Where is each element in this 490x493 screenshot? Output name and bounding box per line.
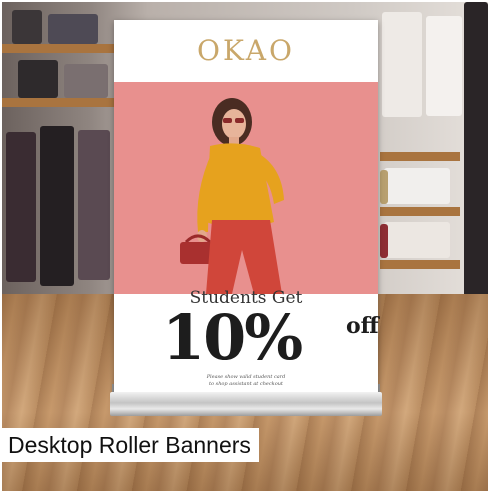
folded-clothing	[384, 168, 450, 204]
product-title[interactable]: Desktop Roller Banners	[8, 432, 251, 459]
hanging-garment	[382, 12, 422, 117]
shelf	[2, 44, 116, 53]
hanging-garment	[40, 126, 74, 286]
discount-suffix: off	[346, 313, 379, 339]
banner-cassette-base	[110, 392, 382, 416]
promo-offer: 10% off	[162, 301, 379, 374]
folded-clothing	[380, 170, 388, 204]
fine-print: Please show valid student card to shop a…	[114, 374, 378, 388]
product-title-label[interactable]: Desktop Roller Banners	[2, 428, 259, 462]
hanging-garment	[6, 132, 36, 282]
clothing-item	[48, 14, 98, 44]
hanging-garment	[464, 2, 488, 302]
shelf	[380, 152, 460, 161]
folded-clothing	[380, 224, 388, 258]
brand-logo: OKAO	[197, 34, 295, 67]
clothing-item	[12, 10, 42, 44]
folded-clothing	[384, 222, 450, 258]
fine-print-line: to shop assistant at checkout	[209, 381, 283, 387]
woman-illustration	[114, 82, 378, 294]
shelf	[2, 98, 116, 107]
hanging-garment	[78, 130, 110, 280]
shelf	[380, 260, 460, 269]
product-card[interactable]: OKAO Students Get 10% off Please show va…	[0, 0, 490, 493]
clothing-item	[64, 64, 108, 98]
clothing-item	[18, 60, 58, 98]
model-photo	[114, 82, 378, 294]
discount-value: 10%	[162, 301, 303, 374]
roller-banner: OKAO Students Get 10% off Please show va…	[114, 20, 379, 396]
fine-print-line: Please show valid student card	[206, 374, 286, 380]
hanging-garment	[426, 16, 462, 116]
shelf	[380, 207, 460, 216]
